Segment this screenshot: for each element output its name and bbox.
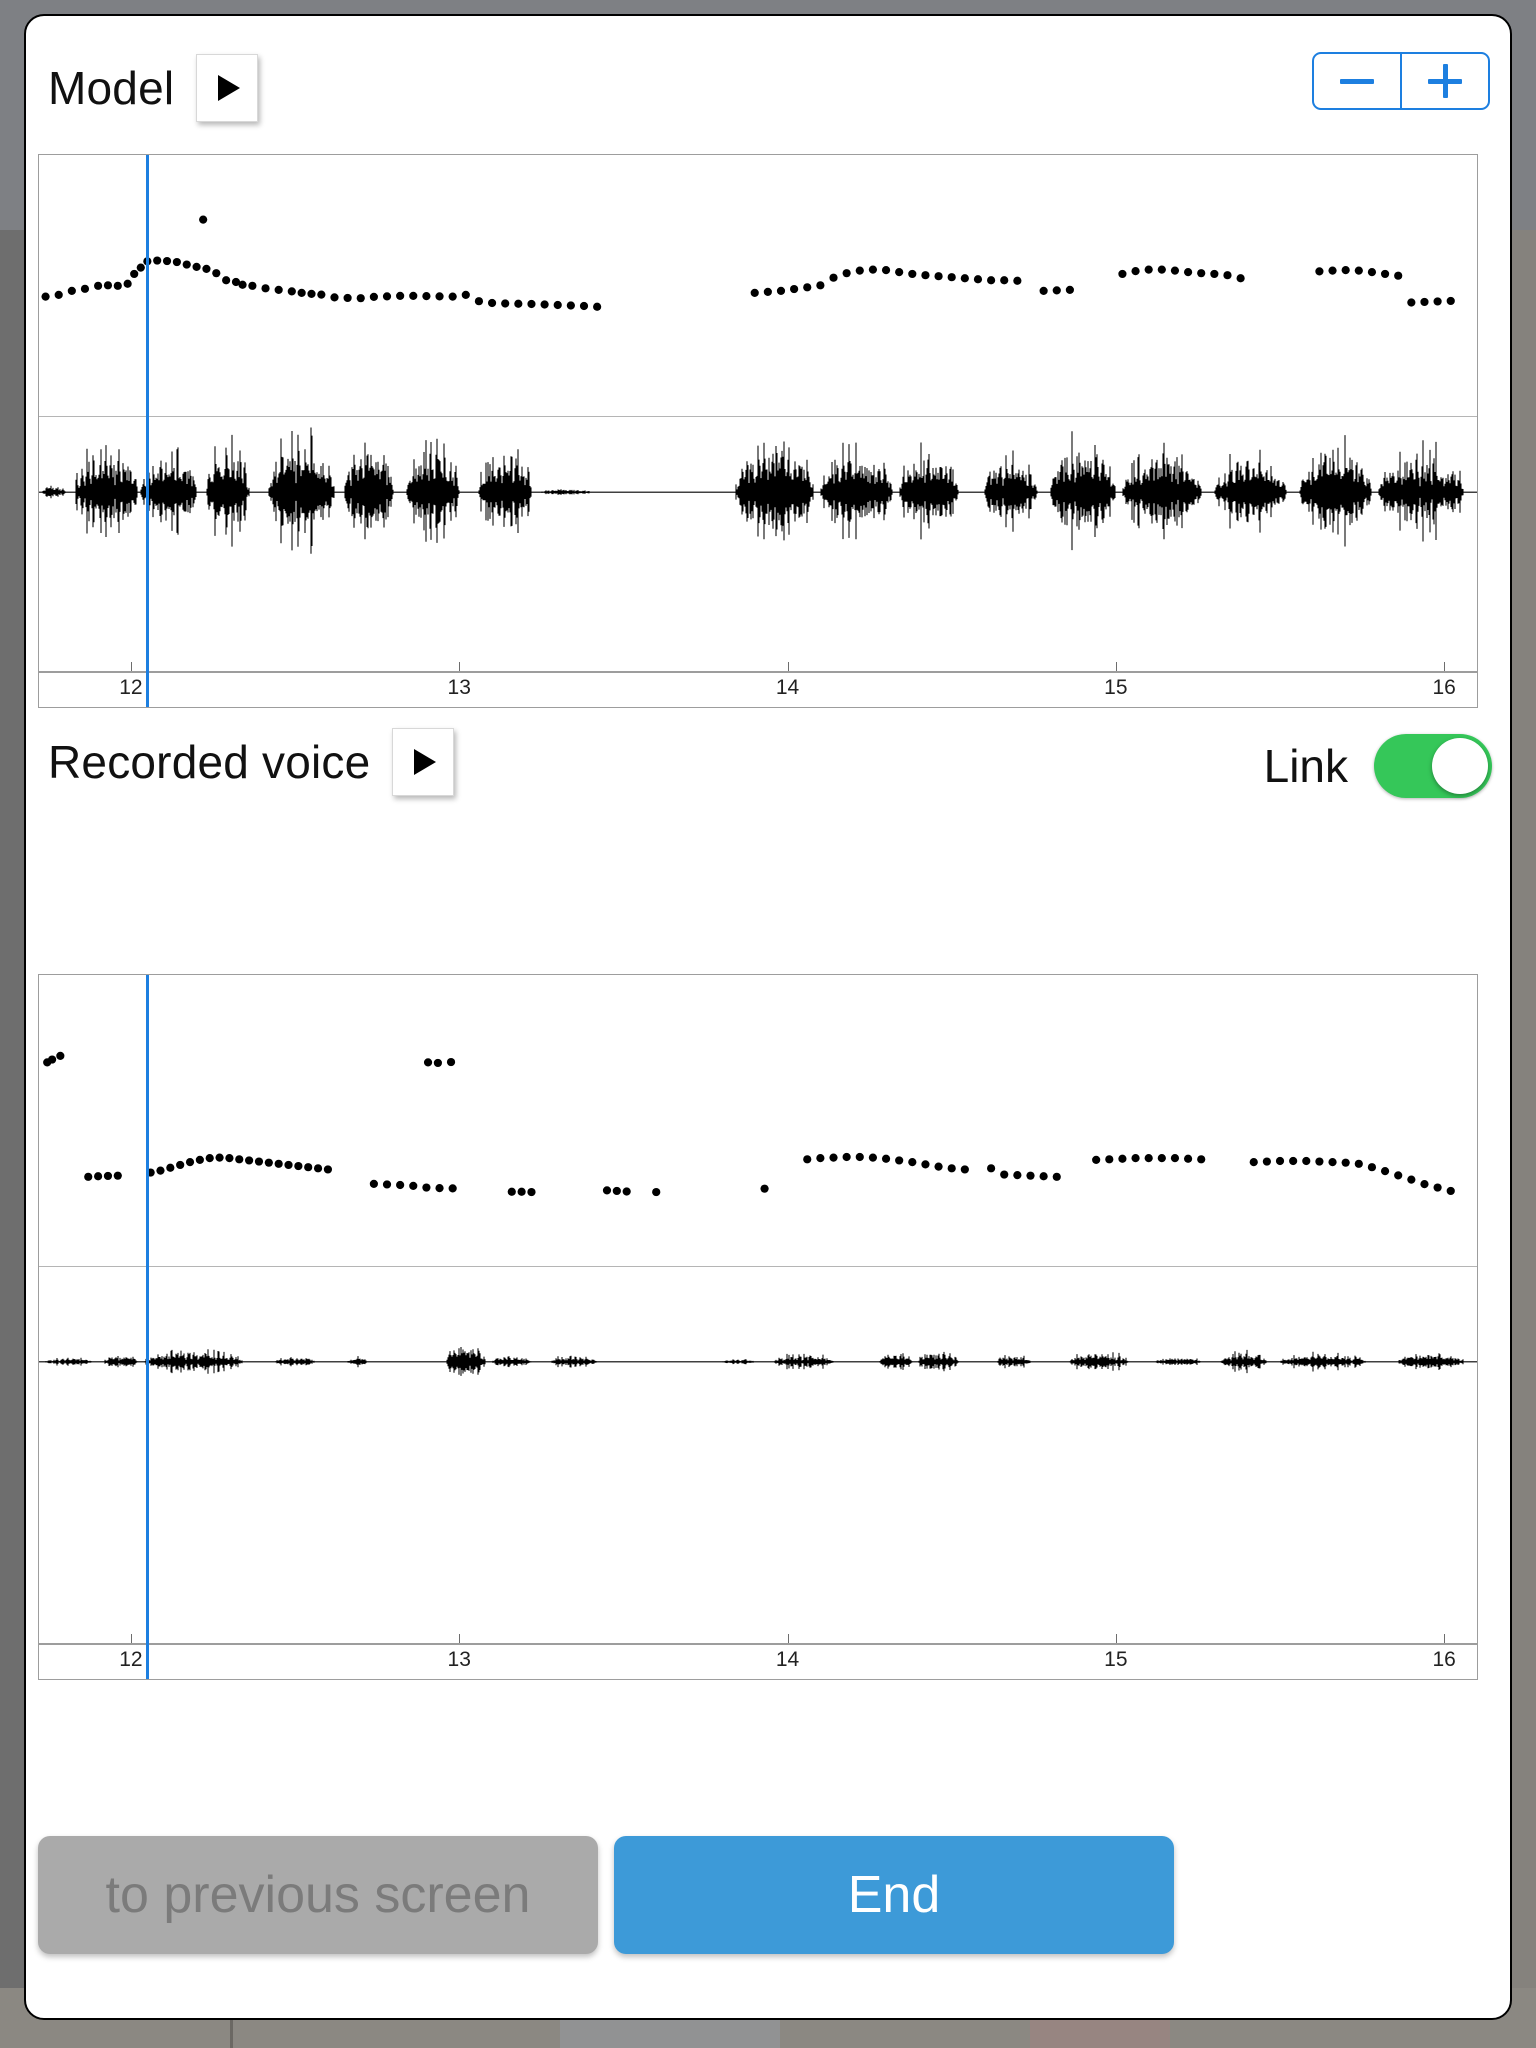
model-plot: [39, 215, 1477, 554]
x-tick: [130, 662, 132, 671]
model-graph[interactable]: 12 13 14 15 16: [38, 154, 1478, 708]
x-tick: [1115, 1634, 1117, 1643]
x-tick-label: 14: [775, 1648, 800, 1671]
end-label: End: [847, 1866, 941, 1924]
model-x-axis: [39, 671, 1477, 709]
to-previous-screen-label: to previous screen: [105, 1866, 531, 1924]
x-tick: [787, 1634, 789, 1643]
x-tick-label: 12: [119, 1648, 143, 1671]
screen-root: Model 12 13 14 15 16 Recorded voice Link…: [0, 0, 1536, 2048]
recorded-header: Recorded voice: [48, 728, 455, 796]
practice-dialog: Model 12 13 14 15 16 Recorded voice Link…: [24, 14, 1512, 2020]
recorded-title: Recorded voice: [48, 736, 371, 788]
model-title: Model: [48, 62, 175, 114]
to-previous-screen-button[interactable]: to previous screen: [38, 1836, 598, 1954]
x-tick-label: 13: [447, 676, 471, 699]
x-tick-label: 14: [775, 676, 800, 699]
x-tick: [1444, 1634, 1446, 1643]
link-label: Link: [1263, 740, 1348, 792]
x-tick: [1444, 662, 1446, 671]
x-tick-label: 13: [447, 1648, 471, 1671]
link-toggle-group[interactable]: Link: [1264, 734, 1492, 798]
recorded-play-button[interactable]: [392, 728, 455, 796]
model-play-button[interactable]: [196, 54, 259, 122]
recorded-x-axis: [39, 1643, 1477, 1681]
x-tick: [1115, 662, 1117, 671]
link-toggle-switch[interactable]: [1374, 734, 1492, 798]
x-tick-label: 15: [1104, 676, 1128, 699]
dialog-footer: to previous screen End: [26, 1818, 1510, 2018]
toggle-knob: [1432, 738, 1488, 794]
recorded-plot: [39, 1051, 1477, 1376]
x-tick: [459, 1634, 461, 1643]
model-header: Model: [48, 54, 259, 122]
x-tick-label: 15: [1104, 1648, 1128, 1671]
recorded-playhead-cursor[interactable]: [146, 975, 150, 1679]
x-tick-label: 16: [1432, 676, 1456, 699]
x-tick: [787, 662, 789, 671]
minus-icon: [1340, 78, 1374, 84]
recorded-graph[interactable]: 12 13 14 15 16: [38, 974, 1478, 1680]
play-icon: [414, 749, 437, 775]
model-playhead-cursor[interactable]: [146, 155, 150, 707]
x-tick: [459, 662, 461, 671]
x-tick-label: 12: [119, 676, 143, 699]
model-pitch-waveform-divider: [39, 415, 1477, 417]
zoom-out-button[interactable]: [1314, 54, 1400, 108]
zoom-stepper[interactable]: [1312, 52, 1490, 110]
recorded-pitch-waveform-divider: [39, 1265, 1477, 1267]
x-tick: [130, 1634, 132, 1643]
play-icon: [218, 75, 241, 101]
zoom-in-button[interactable]: [1402, 54, 1488, 108]
x-tick-label: 16: [1432, 1648, 1456, 1671]
plus-icon: [1428, 64, 1462, 98]
end-button[interactable]: End: [614, 1836, 1174, 1954]
